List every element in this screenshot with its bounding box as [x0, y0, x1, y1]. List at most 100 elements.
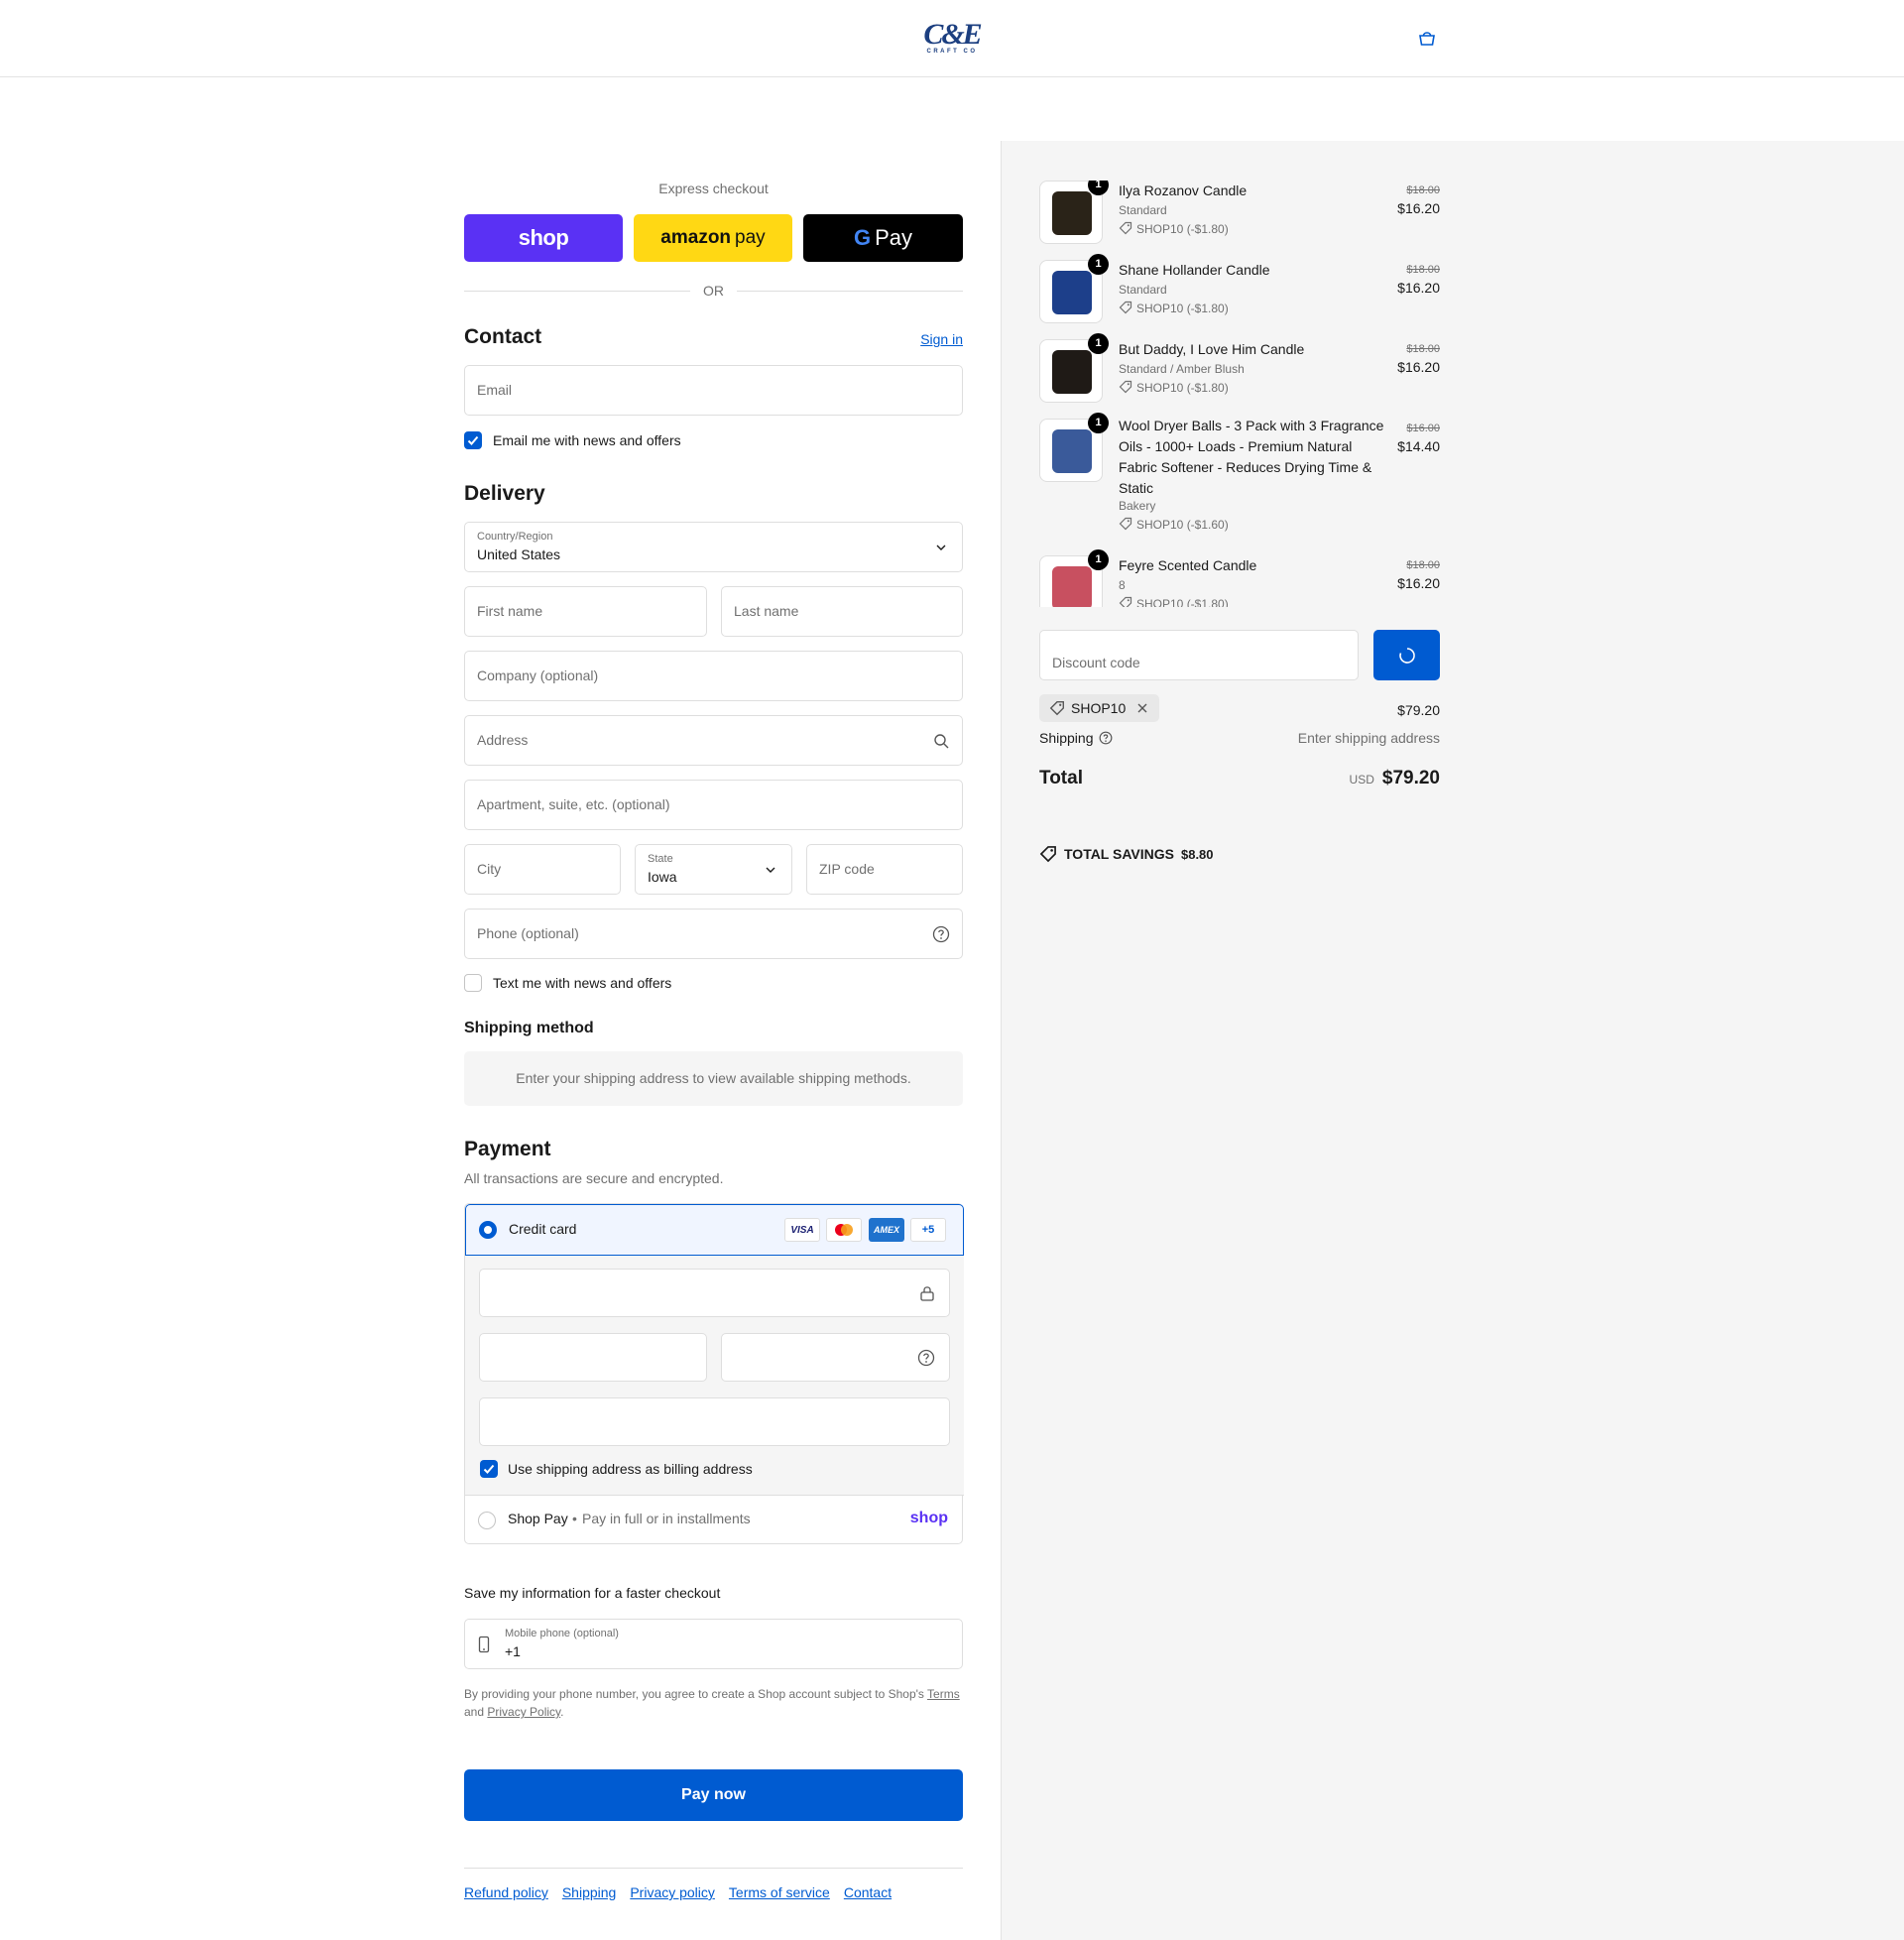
text-news-label: Text me with news and offers	[493, 975, 672, 991]
first-name-field[interactable]: First name	[464, 586, 707, 637]
country-select[interactable]: Country/Region United States	[464, 522, 963, 572]
mastercard-icon	[826, 1218, 862, 1242]
mobile-phone-field[interactable]: Mobile phone (optional) +1	[464, 1619, 963, 1669]
amazon-pay-label: pay	[735, 227, 766, 248]
shop-pay-option[interactable]: Shop Pay • Pay in full or in installment…	[465, 1496, 962, 1543]
visa-icon: VISA	[784, 1218, 820, 1242]
company-placeholder: Company (optional)	[477, 667, 599, 683]
item-original-price: $18.00	[1406, 184, 1440, 196]
item-price: $14.40	[1397, 438, 1440, 454]
savings-label: TOTAL SAVINGS	[1064, 846, 1174, 862]
save-info-heading: Save my information for a faster checkou…	[464, 1585, 721, 1601]
city-placeholder: City	[477, 861, 502, 877]
sign-in-link[interactable]: Sign in	[920, 331, 963, 347]
discount-chip: SHOP10	[1039, 694, 1160, 722]
spinner-icon	[1399, 648, 1415, 664]
email-placeholder: Email	[477, 382, 513, 398]
text-news-checkbox[interactable]	[464, 974, 482, 992]
shop-privacy-link[interactable]: Privacy Policy	[487, 1705, 560, 1719]
item-discount: SHOP10 (-$1.80)	[1119, 380, 1229, 395]
total-value: $79.20	[1381, 768, 1440, 788]
billing-same-label: Use shipping address as billing address	[508, 1461, 753, 1477]
mobile-phone-icon	[478, 1636, 490, 1653]
security-code-field[interactable]	[721, 1333, 950, 1382]
savings-value: $8.80	[1180, 846, 1214, 862]
credit-card-option[interactable]: Credit card VISA AMEX +5	[465, 1204, 964, 1256]
or-text: OR	[703, 283, 724, 299]
help-circle-icon[interactable]	[1099, 731, 1113, 745]
store-logo[interactable]: C&E CRAFT CO	[918, 18, 986, 56]
search-icon	[934, 734, 949, 749]
or-divider: OR	[464, 282, 963, 300]
shop-pay-radio[interactable]	[478, 1512, 496, 1529]
apply-discount-button[interactable]	[1373, 630, 1440, 680]
shop-pay-express-button[interactable]: shop	[464, 214, 623, 262]
email-news-label: Email me with news and offers	[493, 432, 681, 448]
shipping-method-heading: Shipping method	[464, 1020, 594, 1036]
check-icon	[467, 435, 479, 445]
payment-subtitle: All transactions are secure and encrypte…	[464, 1170, 724, 1186]
total-savings: TOTAL SAVINGS $8.80	[1039, 845, 1214, 863]
line-items: 1 Ilya Rozanov Candle Standard SHOP10 (-…	[1039, 181, 1440, 607]
first-name-placeholder: First name	[477, 603, 543, 619]
state-label: State	[648, 853, 673, 865]
item-name: Shane Hollander Candle	[1119, 262, 1270, 278]
city-field[interactable]: City	[464, 844, 621, 895]
item-name: Ilya Rozanov Candle	[1119, 182, 1248, 198]
amazon-label: amazon	[660, 227, 732, 248]
amazon-pay-button[interactable]: amazon pay	[634, 214, 792, 262]
shop-terms-link[interactable]: Terms	[927, 1687, 960, 1701]
privacy-policy-link[interactable]: Privacy policy	[630, 1884, 715, 1900]
item-price: $16.20	[1397, 575, 1440, 591]
state-select[interactable]: State Iowa	[635, 844, 792, 895]
close-icon[interactable]	[1135, 701, 1149, 715]
email-field[interactable]: Email	[464, 365, 963, 416]
chevron-down-icon	[936, 545, 946, 550]
shop-pay-label: Shop Pay	[508, 1511, 568, 1526]
name-on-card-field[interactable]	[479, 1397, 950, 1446]
refund-policy-link[interactable]: Refund policy	[464, 1884, 548, 1900]
shop-pay-separator: •	[572, 1511, 577, 1526]
phone-field[interactable]: Phone (optional)	[464, 909, 963, 959]
tag-icon	[1119, 517, 1132, 531]
tag-icon	[1119, 301, 1132, 314]
shipping-link[interactable]: Shipping	[562, 1884, 617, 1900]
card-number-field[interactable]	[479, 1269, 950, 1317]
shop-pay-label: shop	[518, 225, 569, 250]
billing-same-checkbox[interactable]	[480, 1460, 498, 1478]
help-circle-icon[interactable]	[917, 1349, 935, 1367]
tag-icon	[1119, 380, 1132, 394]
payment-methods: Credit card VISA AMEX +5 Use shipping ad…	[464, 1203, 964, 1544]
header: C&E CRAFT CO	[0, 0, 1904, 77]
email-news-checkbox[interactable]	[464, 431, 482, 449]
item-discount: SHOP10 (-$1.80)	[1119, 596, 1229, 607]
item-discount-text: SHOP10 (-$1.60)	[1136, 518, 1229, 532]
google-pay-button[interactable]: G Pay	[803, 214, 963, 262]
item-original-price: $18.00	[1406, 264, 1440, 276]
logo-tagline: CRAFT CO	[926, 49, 978, 55]
help-circle-icon[interactable]	[932, 925, 950, 943]
terms-of-service-link[interactable]: Terms of service	[729, 1884, 830, 1900]
last-name-placeholder: Last name	[734, 603, 799, 619]
gpay-label: Pay	[875, 225, 913, 250]
discount-code-field[interactable]: Discount code	[1039, 630, 1359, 680]
chevron-down-icon	[766, 867, 775, 873]
expiration-date-field[interactable]	[479, 1333, 707, 1382]
logo-mark: C&E	[923, 18, 982, 51]
apartment-placeholder: Apartment, suite, etc. (optional)	[477, 796, 670, 812]
zip-field[interactable]: ZIP code	[806, 844, 963, 895]
disclaimer-text: By providing your phone number, you agre…	[464, 1687, 924, 1701]
pay-now-button[interactable]: Pay now	[464, 1769, 963, 1821]
credit-card-radio[interactable]	[479, 1221, 497, 1239]
country-label: Country/Region	[477, 531, 553, 543]
footer-links: Refund policy Shipping Privacy policy Terms…	[464, 1868, 963, 1900]
contact-link[interactable]: Contact	[844, 1884, 892, 1900]
item-original-price: $18.00	[1406, 559, 1440, 571]
company-field[interactable]: Company (optional)	[464, 651, 963, 701]
address-field[interactable]: Address	[464, 715, 963, 766]
item-variant: Standard / Amber Blush	[1119, 362, 1245, 376]
phone-disclaimer: By providing your phone number, you agre…	[464, 1685, 963, 1721]
last-name-field[interactable]: Last name	[721, 586, 963, 637]
apartment-field[interactable]: Apartment, suite, etc. (optional)	[464, 780, 963, 830]
bag-icon[interactable]	[1417, 30, 1437, 48]
